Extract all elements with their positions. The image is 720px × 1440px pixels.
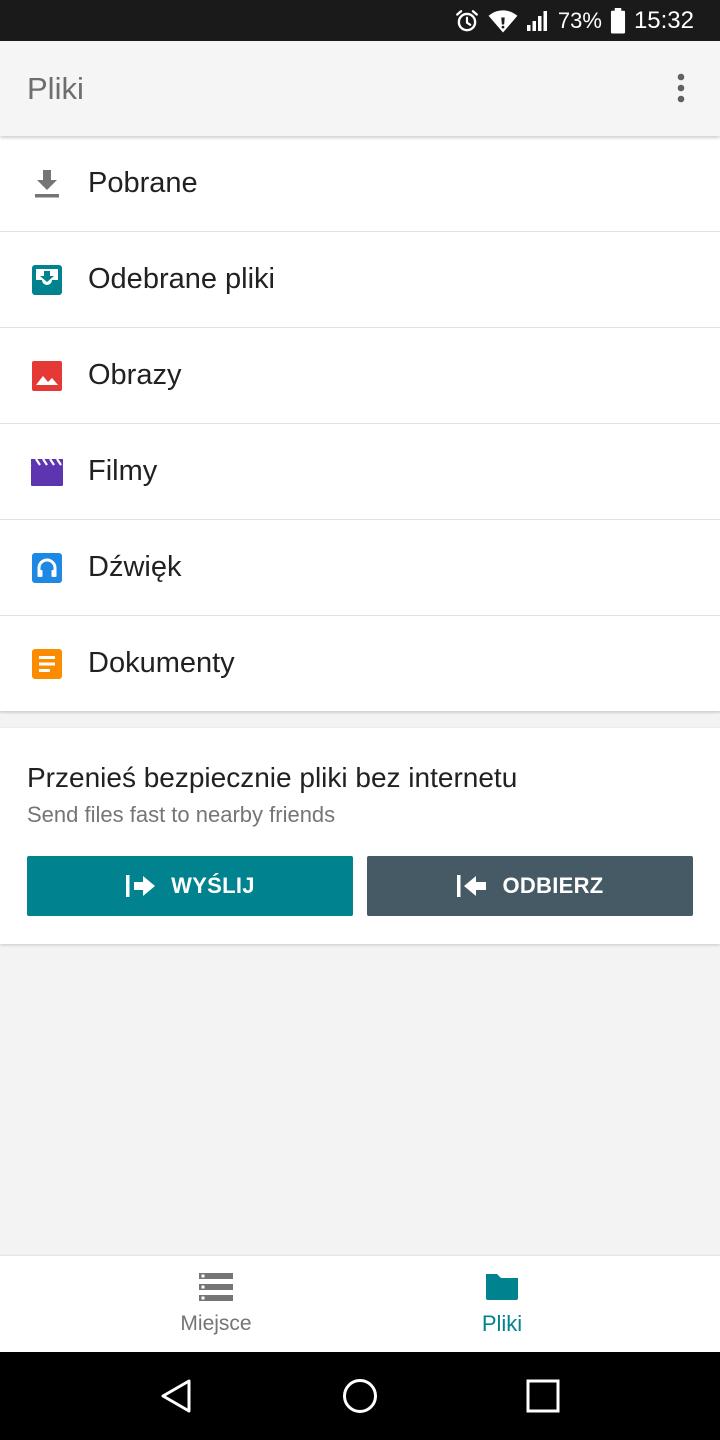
more-vert-icon (677, 73, 685, 103)
image-icon (29, 358, 65, 394)
home-icon (343, 1379, 377, 1413)
back-icon (161, 1379, 191, 1413)
offline-share-card: Przenieś bezpiecznie pliki bez internetu… (0, 728, 720, 944)
receive-button-label: ODBIERZ (502, 873, 604, 898)
download-icon (29, 166, 65, 202)
category-received-files[interactable]: Odebrane pliki (0, 232, 720, 328)
alarm-icon (454, 8, 480, 34)
system-navigation-bar (0, 1352, 720, 1440)
more-options-button[interactable] (656, 63, 706, 113)
send-button-label: WYŚLIJ (171, 873, 255, 898)
category-downloads[interactable]: Pobrane (0, 136, 720, 232)
share-card-title: Przenieś bezpiecznie pliki bez internetu (27, 762, 518, 793)
category-label: Pobrane (88, 167, 198, 199)
category-label: Dźwięk (88, 551, 182, 583)
app-bar: Pliki (0, 41, 720, 136)
send-icon (126, 875, 156, 897)
send-button[interactable]: WYŚLIJ (27, 856, 353, 916)
category-label: Filmy (88, 455, 158, 487)
wifi-icon (488, 8, 518, 34)
category-label: Dokumenty (88, 647, 235, 679)
clock: 15:32 (633, 6, 694, 34)
folder-icon (486, 1274, 518, 1300)
signal-icon (526, 9, 550, 33)
received-files-icon (29, 262, 65, 298)
category-movies[interactable]: Filmy (0, 424, 720, 520)
nav-tab-files[interactable]: Pliki (322, 1256, 682, 1352)
document-icon (29, 646, 65, 682)
page-title: Pliki (27, 71, 84, 106)
bottom-navigation: Miejsce Pliki (0, 1256, 720, 1352)
category-label: Obrazy (88, 359, 182, 391)
category-images[interactable]: Obrazy (0, 328, 720, 424)
nav-label-places: Miejsce (180, 1312, 252, 1335)
category-audio[interactable]: Dźwięk (0, 520, 720, 616)
category-documents[interactable]: Dokumenty (0, 616, 720, 711)
nav-label-files: Pliki (481, 1311, 523, 1336)
status-bar: 73% 15:32 (0, 0, 720, 41)
share-card-subtitle: Send files fast to nearby friends (27, 802, 336, 827)
battery-icon (610, 7, 626, 34)
back-button[interactable] (154, 1374, 198, 1418)
battery-percent: 73% (557, 7, 602, 33)
audio-icon (29, 550, 65, 586)
category-label: Odebrane pliki (88, 263, 275, 295)
category-list: Pobrane Odebrane pliki Obrazy Filmy Dźwi… (0, 136, 720, 711)
recents-icon (526, 1379, 560, 1413)
movie-icon (29, 454, 65, 490)
receive-button[interactable]: ODBIERZ (367, 856, 693, 916)
home-button[interactable] (338, 1374, 382, 1418)
recents-button[interactable] (521, 1374, 565, 1418)
storage-icon (199, 1273, 233, 1301)
receive-icon (457, 875, 487, 897)
